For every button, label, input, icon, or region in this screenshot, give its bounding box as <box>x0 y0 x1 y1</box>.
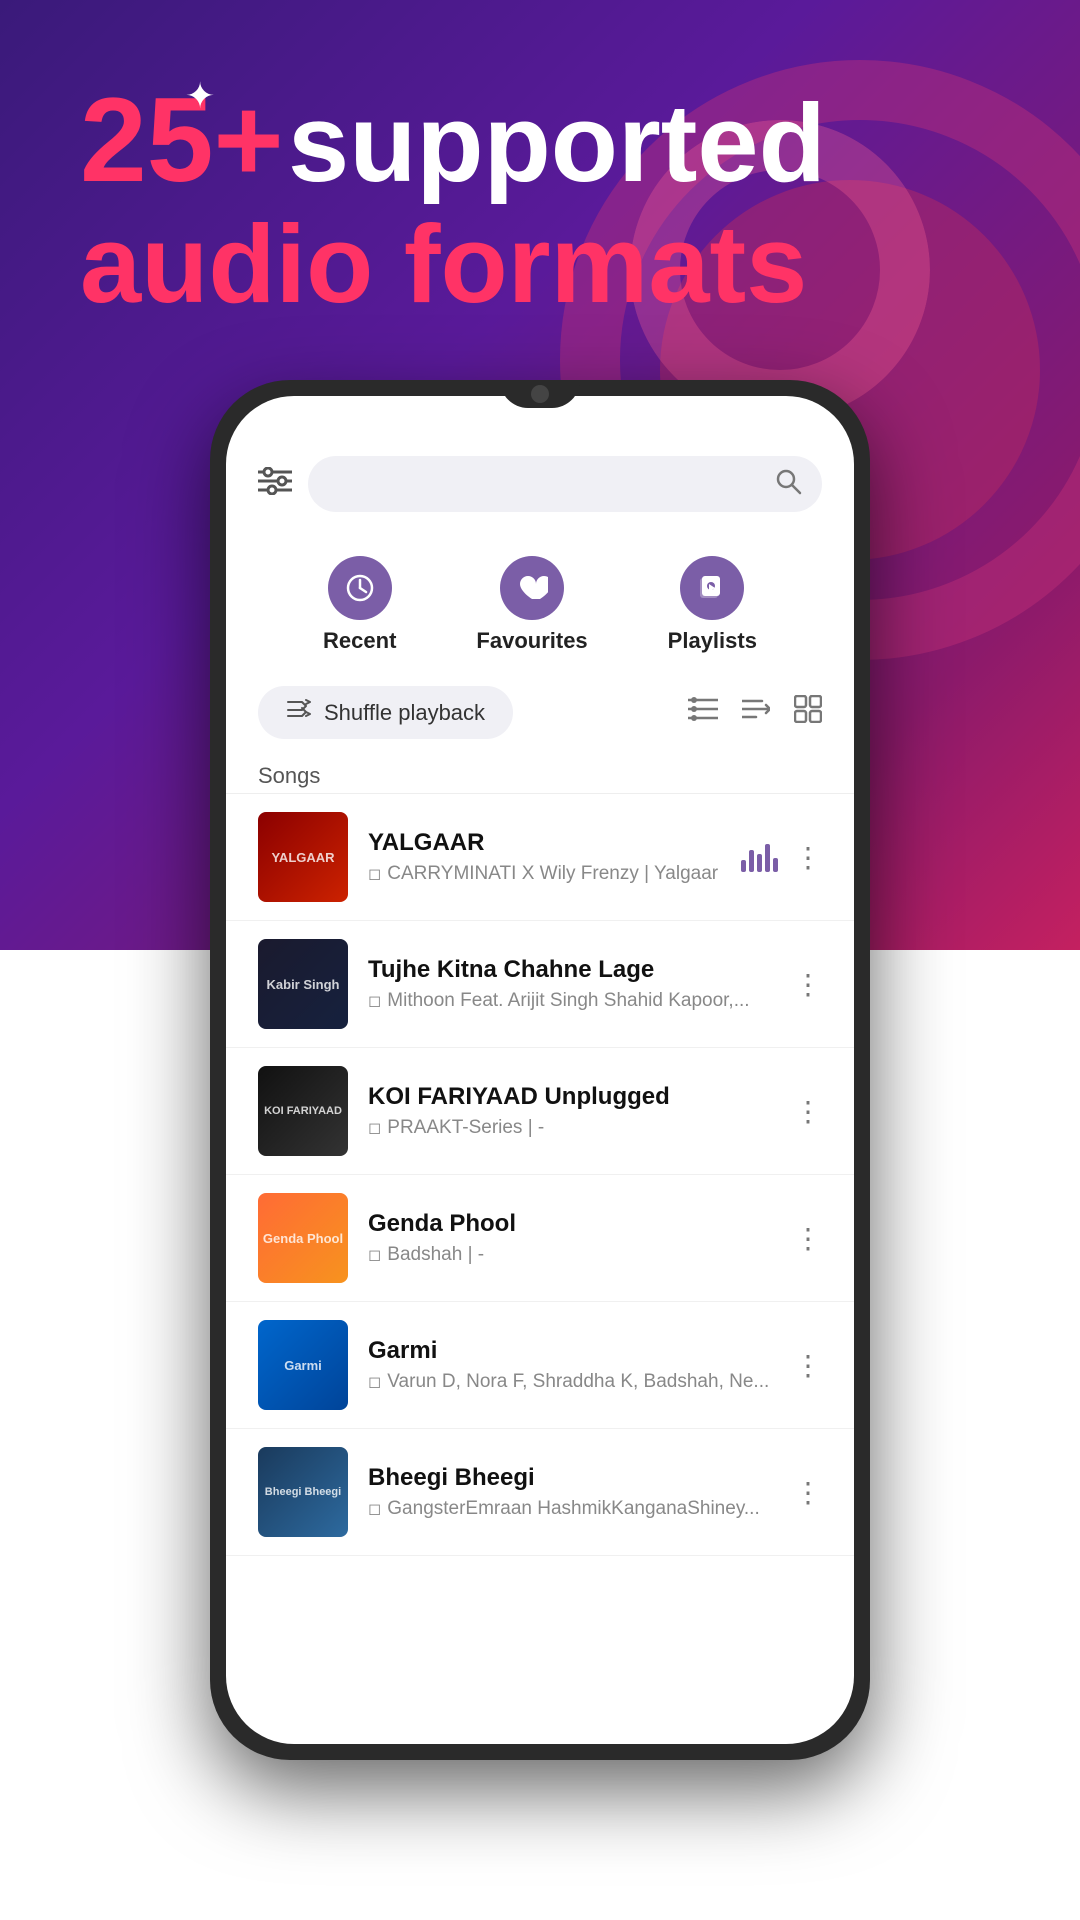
file-icon: ◻ <box>368 864 381 884</box>
more-options-icon[interactable]: ⋮ <box>794 841 822 874</box>
song-info: Bheegi Bheegi ◻ GangsterEmraan HashmikKa… <box>368 1464 774 1520</box>
song-title: Garmi <box>368 1337 774 1365</box>
song-title: Bheegi Bheegi <box>368 1464 774 1492</box>
song-thumbnail: Bheegi Bheegi <box>258 1447 348 1537</box>
tab-playlists[interactable]: Playlists <box>668 556 757 654</box>
controls-bar: Shuffle playback <box>226 670 854 755</box>
file-icon: ◻ <box>368 1245 381 1265</box>
song-actions: ⋮ <box>794 1222 822 1255</box>
song-artist: PRAAKT-Series | - <box>387 1117 544 1139</box>
thumb-label: Kabir Singh <box>258 939 348 1029</box>
song-artist: Mithoon Feat. Arijit Singh Shahid Kapoor… <box>387 990 749 1012</box>
filter-icon[interactable] <box>258 467 292 502</box>
song-info: Garmi ◻ Varun D, Nora F, Shraddha K, Bad… <box>368 1337 774 1393</box>
tab-recent[interactable]: Recent <box>323 556 396 654</box>
song-meta: ◻ Varun D, Nora F, Shraddha K, Badshah, … <box>368 1371 774 1393</box>
song-actions: ⋮ <box>794 1476 822 1509</box>
song-item[interactable]: YALGAAR YALGAAR ◻ CARRYMINATI X Wily Fre… <box>226 794 854 921</box>
song-thumbnail: Garmi <box>258 1320 348 1410</box>
song-title: KOI FARIYAAD Unplugged <box>368 1083 774 1111</box>
tab-favourites-label: Favourites <box>476 628 587 654</box>
song-item[interactable]: Garmi Garmi ◻ Varun D, Nora F, Shraddha … <box>226 1302 854 1429</box>
song-actions: ⋮ <box>741 841 822 874</box>
song-meta: ◻ PRAAKT-Series | - <box>368 1117 774 1139</box>
more-options-icon[interactable]: ⋮ <box>794 968 822 1001</box>
view-controls <box>688 695 822 730</box>
song-info: Genda Phool ◻ Badshah | - <box>368 1210 774 1266</box>
favourites-icon <box>500 556 564 620</box>
waveform-bar <box>749 850 754 872</box>
tabs-bar: Recent Favourites <box>226 532 854 670</box>
songs-header: Songs <box>226 755 854 794</box>
song-meta: ◻ CARRYMINATI X Wily Frenzy | Yalgaar <box>368 863 721 885</box>
song-thumbnail: KOI FARIYAAD <box>258 1066 348 1156</box>
song-meta: ◻ GangsterEmraan HashmikKanganaShiney... <box>368 1498 774 1520</box>
song-item[interactable]: Kabir Singh Tujhe Kitna Chahne Lage ◻ Mi… <box>226 921 854 1048</box>
waveform-bar <box>765 844 770 872</box>
song-item[interactable]: Bheegi Bheegi Bheegi Bheegi ◻ GangsterEm… <box>226 1429 854 1556</box>
song-thumbnail: YALGAAR <box>258 812 348 902</box>
more-options-icon[interactable]: ⋮ <box>794 1222 822 1255</box>
song-actions: ⋮ <box>794 1349 822 1382</box>
song-title: Tujhe Kitna Chahne Lage <box>368 956 774 984</box>
search-icon <box>774 467 802 502</box>
song-info: KOI FARIYAAD Unplugged ◻ PRAAKT-Series |… <box>368 1083 774 1139</box>
file-icon: ◻ <box>368 1499 381 1519</box>
thumb-label: YALGAAR <box>258 812 348 902</box>
song-artist: Badshah | - <box>387 1244 484 1266</box>
song-actions: ⋮ <box>794 968 822 1001</box>
waveform <box>741 842 778 872</box>
headline-line2: audio formats <box>80 204 826 325</box>
waveform-bar <box>757 854 762 872</box>
recent-icon <box>328 556 392 620</box>
more-options-icon[interactable]: ⋮ <box>794 1349 822 1382</box>
thumb-label: KOI FARIYAAD <box>258 1066 348 1156</box>
sparkle-decoration: ✦ <box>185 75 215 117</box>
song-meta: ◻ Badshah | - <box>368 1244 774 1266</box>
thumb-label: Genda Phool <box>258 1193 348 1283</box>
shuffle-button[interactable]: Shuffle playback <box>258 686 513 739</box>
search-bar[interactable] <box>308 456 822 512</box>
song-artist: CARRYMINATI X Wily Frenzy | Yalgaar <box>387 863 718 885</box>
song-info: Tujhe Kitna Chahne Lage ◻ Mithoon Feat. … <box>368 956 774 1012</box>
waveform-bar <box>741 860 746 872</box>
song-list: YALGAAR YALGAAR ◻ CARRYMINATI X Wily Fre… <box>226 794 854 1556</box>
phone-mockup: Recent Favourites <box>210 380 870 1760</box>
top-bar <box>226 436 854 532</box>
file-icon: ◻ <box>368 1372 381 1392</box>
song-title: Genda Phool <box>368 1210 774 1238</box>
more-options-icon[interactable]: ⋮ <box>794 1476 822 1509</box>
song-item[interactable]: KOI FARIYAAD KOI FARIYAAD Unplugged ◻ PR… <box>226 1048 854 1175</box>
playlists-icon <box>680 556 744 620</box>
song-actions: ⋮ <box>794 1095 822 1128</box>
tab-favourites[interactable]: Favourites <box>476 556 587 654</box>
file-icon: ◻ <box>368 1118 381 1138</box>
tab-recent-label: Recent <box>323 628 396 654</box>
shuffle-icon <box>286 698 312 727</box>
song-thumbnail: Genda Phool <box>258 1193 348 1283</box>
song-thumbnail: Kabir Singh <box>258 939 348 1029</box>
song-artist: Varun D, Nora F, Shraddha K, Badshah, Ne… <box>387 1371 769 1393</box>
list-view-icon[interactable] <box>688 696 718 729</box>
grid-view-icon[interactable] <box>794 695 822 730</box>
more-options-icon[interactable]: ⋮ <box>794 1095 822 1128</box>
song-info: YALGAAR ◻ CARRYMINATI X Wily Frenzy | Ya… <box>368 829 721 885</box>
song-artist: GangsterEmraan HashmikKanganaShiney... <box>387 1498 759 1520</box>
file-icon: ◻ <box>368 991 381 1011</box>
tab-playlists-label: Playlists <box>668 628 757 654</box>
waveform-bar <box>773 858 778 872</box>
song-title: YALGAAR <box>368 829 721 857</box>
headline-number: 25+ <box>80 73 284 207</box>
song-meta: ◻ Mithoon Feat. Arijit Singh Shahid Kapo… <box>368 990 774 1012</box>
thumb-label: Bheegi Bheegi <box>258 1447 348 1537</box>
thumb-label: Garmi <box>258 1320 348 1410</box>
song-item[interactable]: Genda Phool Genda Phool ◻ Badshah | - ⋮ <box>226 1175 854 1302</box>
shuffle-label: Shuffle playback <box>324 700 485 726</box>
camera-dot <box>531 385 549 403</box>
headline-text1: supported <box>288 82 826 205</box>
sort-icon[interactable] <box>742 695 770 730</box>
